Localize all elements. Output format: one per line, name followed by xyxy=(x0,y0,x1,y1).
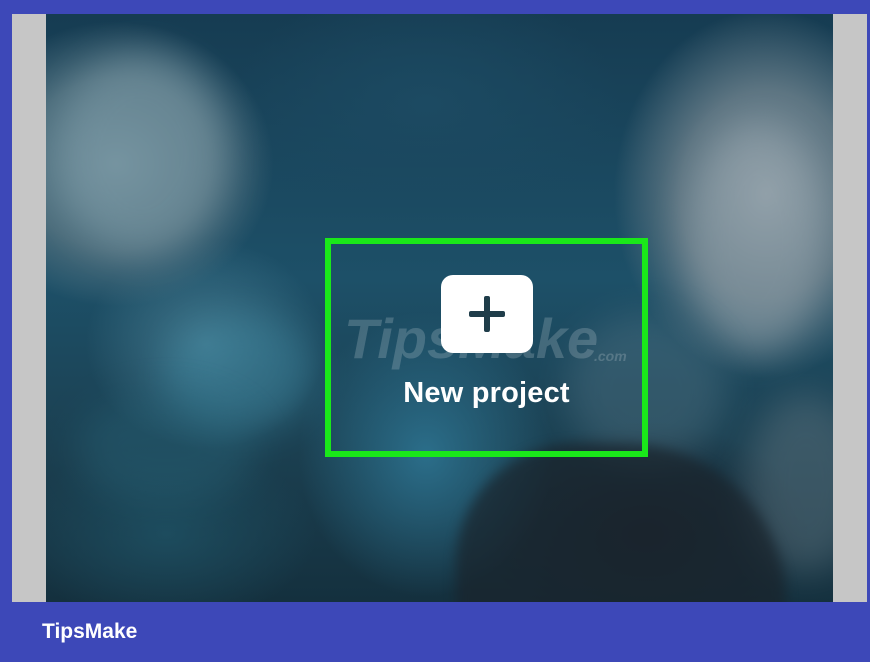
smoke-cloud xyxy=(76,394,256,504)
new-project-label: New project xyxy=(403,377,570,409)
footer-brand: TipsMake xyxy=(42,620,138,643)
plus-icon[interactable] xyxy=(440,275,533,353)
footer-bar: TipsMake xyxy=(0,602,870,662)
smoke-cloud xyxy=(56,54,226,254)
person-silhouette xyxy=(456,444,786,602)
screenshot-frame: New project TipsMake .com xyxy=(12,14,867,602)
highlight-box: New project xyxy=(325,238,648,457)
smoke-cloud xyxy=(686,124,826,354)
new-project-button[interactable]: New project xyxy=(331,244,642,451)
background-photo: New project TipsMake .com xyxy=(46,14,833,602)
